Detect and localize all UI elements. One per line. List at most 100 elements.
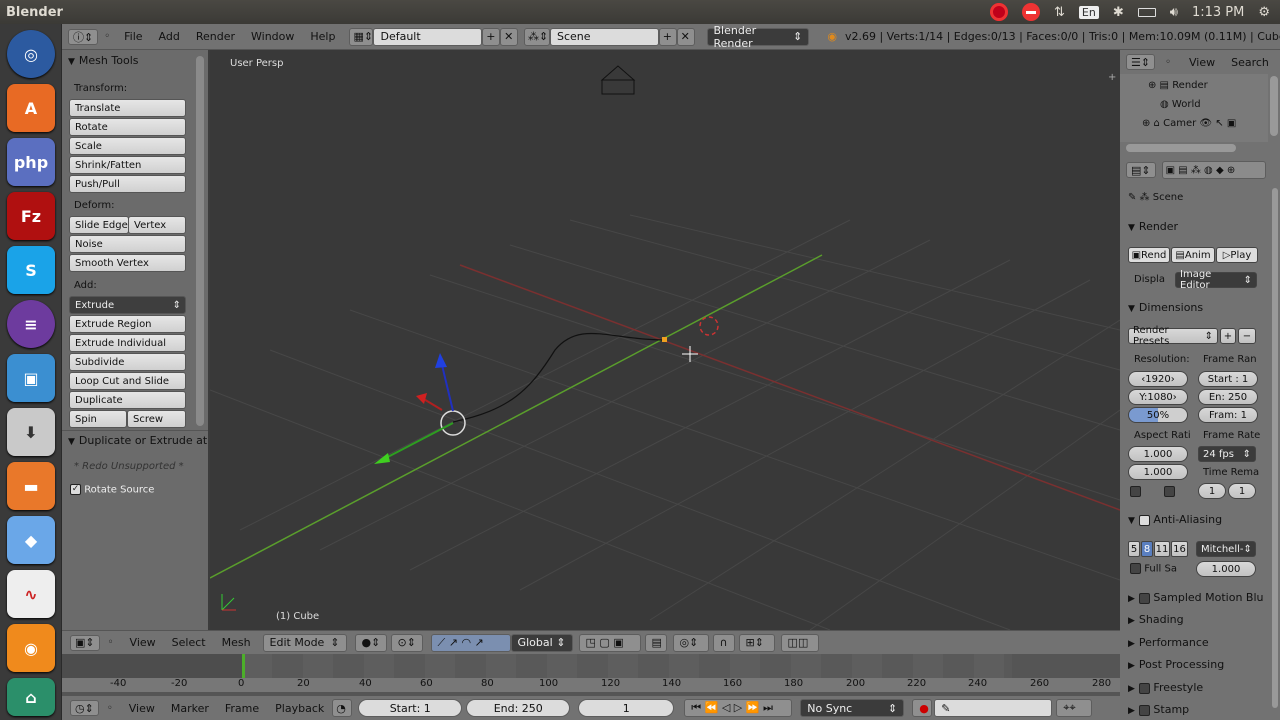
render-anim-button[interactable]: ▤ Anim xyxy=(1171,247,1215,263)
spin-button[interactable]: Spin xyxy=(69,410,127,428)
outliner-search-menu[interactable]: Search xyxy=(1223,56,1277,69)
anti-aliasing-panel-header[interactable]: ▼ Anti-Aliasing xyxy=(1128,513,1222,526)
timeline-editor-icon[interactable]: ◷⇕ xyxy=(70,700,99,716)
resolution-y-field[interactable]: Y: 1080 › xyxy=(1128,389,1188,405)
extrude-individual-button[interactable]: Extrude Individual xyxy=(69,334,186,352)
translate-button[interactable]: Translate xyxy=(69,99,186,117)
remove-preset-button[interactable]: − xyxy=(1238,328,1256,344)
collapse-icon[interactable]: ◦ xyxy=(1165,57,1171,68)
battery-icon[interactable] xyxy=(1137,7,1156,17)
frame-end-field[interactable]: En: 250 xyxy=(1198,389,1258,405)
aa-16-button[interactable]: 16 xyxy=(1171,541,1188,557)
playback-menu[interactable]: Playback xyxy=(267,702,332,715)
outliner-item-world[interactable]: ◍ World xyxy=(1160,99,1201,110)
motion-blur-checkbox[interactable] xyxy=(1138,592,1150,604)
mode-select[interactable]: Edit Mode ⇕ xyxy=(262,633,347,652)
settings-gear-icon[interactable]: ⚙ xyxy=(1258,5,1270,20)
app-sphere-icon[interactable]: ≡ xyxy=(7,300,55,348)
stamp-panel-header[interactable]: ▶ Stamp xyxy=(1128,703,1189,716)
shrink-fatten-button[interactable]: Shrink/Fatten xyxy=(69,156,186,174)
extrude-select[interactable]: Extrude ⇕ xyxy=(69,296,186,314)
scene-field[interactable]: Scene xyxy=(549,27,659,46)
frame-rate-select[interactable]: 24 fps ⇕ xyxy=(1198,446,1256,462)
files-icon[interactable]: ▬ xyxy=(7,462,55,510)
rotate-source-checkbox[interactable]: ✓ xyxy=(70,484,81,495)
aa-11-button[interactable]: 11 xyxy=(1154,541,1170,557)
render-preview-icons[interactable]: ◫◫ xyxy=(780,633,819,652)
gizmo-z-arrow[interactable] xyxy=(441,364,454,412)
add-scene-icon[interactable]: + xyxy=(658,27,677,46)
tool-shelf-scrollbar[interactable] xyxy=(196,56,204,426)
aa-8-button[interactable]: 8 xyxy=(1141,541,1153,557)
proportional-icon[interactable]: ◎⇕ xyxy=(672,633,709,652)
render-still-button[interactable]: ▣ Rend xyxy=(1128,247,1170,263)
installer-icon[interactable]: ⬇ xyxy=(7,408,55,456)
record-icon[interactable] xyxy=(990,3,1009,21)
software-center-icon[interactable]: A xyxy=(7,84,55,132)
magnet-icon[interactable]: ∩ xyxy=(712,633,735,652)
render-panel-header[interactable]: ▼ Render xyxy=(1128,220,1178,233)
extrude-region-button[interactable]: Extrude Region xyxy=(69,315,186,333)
view-menu[interactable]: View xyxy=(121,702,163,715)
outliner-hscrollbar[interactable] xyxy=(1126,144,1236,152)
3d-viewport[interactable]: + xyxy=(210,50,1120,630)
play-button[interactable]: ▷ Play xyxy=(1216,247,1258,263)
collapse-icon[interactable]: ◦ xyxy=(107,703,113,714)
frame-menu[interactable]: Frame xyxy=(217,702,267,715)
network-icon[interactable]: ⇅ xyxy=(1054,5,1065,20)
noise-button[interactable]: Noise xyxy=(69,235,186,253)
crop-checkbox[interactable] xyxy=(1164,486,1175,497)
rotate-button[interactable]: Rotate xyxy=(69,118,186,136)
add-layout-icon[interactable]: + xyxy=(482,27,501,46)
keyboard-layout[interactable]: En xyxy=(1078,5,1099,19)
view-menu[interactable]: View xyxy=(122,636,164,649)
scale-button[interactable]: Scale xyxy=(69,137,186,155)
freestyle-panel-header[interactable]: ▶ Freestyle xyxy=(1128,681,1203,694)
properties-editor-icon[interactable]: ▤⇕ xyxy=(1126,162,1156,178)
outliner-scrollbar[interactable] xyxy=(1270,76,1278,136)
blender-icon[interactable]: ◉ xyxy=(7,624,55,672)
full-sample-checkbox[interactable] xyxy=(1130,563,1141,574)
rotate-source-option[interactable]: ✓ Rotate Source xyxy=(70,484,154,496)
editor-type-icon[interactable]: ⓘ⇕ xyxy=(68,28,99,45)
bluetooth-icon[interactable]: ✱ xyxy=(1113,5,1124,20)
gizmo-y-arrow[interactable] xyxy=(381,422,454,461)
aspect-y-field[interactable]: 1.000 xyxy=(1128,464,1188,480)
remove-layout-icon[interactable]: ✕ xyxy=(500,27,518,46)
outliner-item-render[interactable]: ⊕ ▤ Render xyxy=(1148,80,1208,91)
frame-step-field[interactable]: Fram: 1 xyxy=(1198,407,1258,423)
render-presets-select[interactable]: Render Presets ⇕ xyxy=(1128,325,1218,347)
record-keyframe-icon[interactable]: ● xyxy=(912,699,933,717)
mesh-tools-header[interactable]: ▼ Mesh Tools xyxy=(68,54,138,67)
remap-new-field[interactable]: 1 xyxy=(1228,483,1256,499)
stop-icon[interactable] xyxy=(1022,3,1041,21)
preview-range-icon[interactable]: ◔ xyxy=(332,699,353,717)
marker-menu[interactable]: Marker xyxy=(163,702,217,715)
select-menu[interactable]: Select xyxy=(164,636,214,649)
outliner-editor-icon[interactable]: ☰⇕ xyxy=(1126,54,1156,70)
clock[interactable]: 1:13 PM xyxy=(1192,5,1244,20)
frame-start-field[interactable]: Start : 1 xyxy=(1198,371,1258,387)
trash-icon[interactable]: ⌂ xyxy=(7,678,55,716)
render-engine-select[interactable]: Blender Render ⇕ xyxy=(706,24,810,50)
display-select[interactable]: Image Editor ⇕ xyxy=(1175,269,1257,291)
region-toggle-plus[interactable]: + xyxy=(1108,72,1116,83)
subdivide-button[interactable]: Subdivide xyxy=(69,353,186,371)
manipulator-icons[interactable]: ⟋ ↗ ◠ ↗ xyxy=(430,633,511,652)
resolution-percentage[interactable]: 50% xyxy=(1128,407,1188,423)
collapse-icon[interactable]: ◦ xyxy=(104,31,110,42)
menu-help[interactable]: Help xyxy=(302,30,343,43)
keying-set-field[interactable]: ✎ xyxy=(934,699,1053,717)
remove-scene-icon[interactable]: ✕ xyxy=(676,27,695,46)
orientation-select[interactable]: Global ⇕ xyxy=(510,633,573,652)
end-frame-field[interactable]: End: 250 xyxy=(466,699,571,717)
scene-icon[interactable]: ⁂⇕ xyxy=(523,27,550,46)
dash-icon[interactable]: ◎ xyxy=(7,30,55,78)
mesh-menu[interactable]: Mesh xyxy=(214,636,259,649)
dimensions-panel-header[interactable]: ▼ Dimensions xyxy=(1128,301,1203,314)
outliner-item-camera[interactable]: ⊕ ⌂ Camer 👁︎ ↖ ▣ xyxy=(1142,118,1236,129)
operator-panel-header[interactable]: ▼ Duplicate or Extrude at xyxy=(68,434,207,447)
border-checkbox[interactable] xyxy=(1130,486,1141,497)
menu-add[interactable]: Add xyxy=(151,30,188,43)
context-tabs[interactable]: ▣ ▤ ⁂ ◍ ◆ ⊕ xyxy=(1161,161,1266,179)
